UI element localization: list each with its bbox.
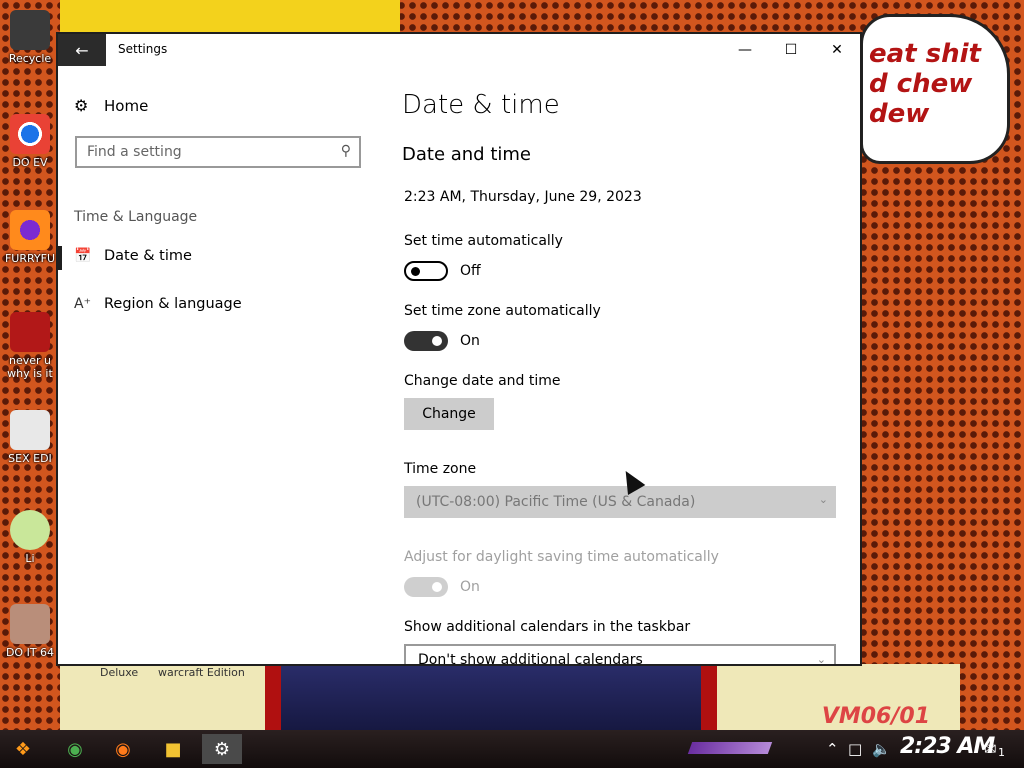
gear-icon: ⚙ <box>74 96 89 115</box>
calendar-clock-icon: 📅 <box>74 248 92 264</box>
calendars-select[interactable]: Don't show additional calendars ⌄ <box>404 644 836 666</box>
search-input[interactable] <box>77 138 327 166</box>
sidebar-item-label: Region & language <box>104 296 242 312</box>
taskbar-decoration <box>687 742 773 754</box>
change-button[interactable]: Change <box>404 398 494 430</box>
speech-line: d chew <box>869 69 973 99</box>
taskbar-clock[interactable]: 2:23 AM <box>900 734 995 759</box>
desktop-icon-recycle-bin[interactable]: Recycle <box>4 10 56 65</box>
language-icon: A⁺ <box>74 296 91 312</box>
change-datetime-label: Change date and time <box>404 373 561 389</box>
sidebar-home-label: Home <box>104 96 149 115</box>
maximize-button[interactable]: ☐ <box>768 34 814 66</box>
chrome-icon <box>10 114 50 154</box>
sidebar-item-label: Date & time <box>104 248 192 264</box>
calendars-value: Don't show additional calendars <box>418 652 643 666</box>
taskbar-file-explorer[interactable]: ■ <box>158 734 188 764</box>
set-time-auto-state: Off <box>460 263 481 279</box>
wallpaper-speech-bubble: eat shit d chew dew <box>860 14 1010 164</box>
character-icon <box>10 510 50 550</box>
desktop-icon-label: FURRYFU <box>4 252 56 265</box>
dst-toggle[interactable] <box>404 577 448 597</box>
devcpp-icon <box>10 312 50 352</box>
desktop-icon-game[interactable]: DO IT 64 <box>4 604 56 659</box>
gear-icon: ⚙ <box>213 738 231 760</box>
sidebar-item-region-language[interactable]: A⁺ Region & language <box>74 296 242 312</box>
toggle-knob <box>411 267 420 276</box>
taskbar-chrome[interactable]: ◉ <box>60 734 90 764</box>
dst-state: On <box>460 579 480 595</box>
folder-icon: ■ <box>164 738 182 760</box>
speech-line: dew <box>869 99 930 129</box>
search-box: ⚲ <box>75 136 361 168</box>
page-title: Date & time <box>402 90 560 120</box>
notification-icon[interactable]: ✉ <box>984 740 997 758</box>
speech-line: eat shit <box>869 39 981 69</box>
minimize-icon: — <box>738 42 752 58</box>
wallpaper-label: warcraft Edition <box>158 666 245 679</box>
settings-window: ← Settings — ☐ ✕ ⚙ Home ⚲ Time & Languag… <box>56 32 862 666</box>
volume-icon[interactable]: 🔈 <box>872 740 891 758</box>
sidebar-home[interactable]: ⚙ Home <box>74 96 148 115</box>
dst-label: Adjust for daylight saving time automati… <box>404 549 719 565</box>
desktop-icon-label: never u why is it <box>7 354 53 380</box>
sidebar-item-date-time[interactable]: 📅 Date & time <box>74 248 192 264</box>
toggle-knob <box>432 582 442 592</box>
set-timezone-auto-state: On <box>460 333 480 349</box>
set-time-auto-label: Set time automatically <box>404 233 563 249</box>
minimize-button[interactable]: — <box>722 34 768 66</box>
taskbar-settings[interactable]: ⚙ <box>202 734 242 764</box>
window-title: Settings <box>118 42 168 56</box>
active-item-indicator <box>58 246 62 270</box>
arrow-left-icon: ← <box>75 40 89 60</box>
start-icon: ❖ <box>14 738 32 760</box>
start-button[interactable]: ❖ <box>8 734 38 764</box>
set-time-auto-toggle[interactable] <box>404 261 448 281</box>
current-datetime: 2:23 AM, Thursday, June 29, 2023 <box>404 189 642 205</box>
recycle-bin-icon <box>10 10 50 50</box>
desktop-icon-chrome[interactable]: DO EV <box>4 114 56 169</box>
desktop-icon-label: Recycle <box>8 52 52 65</box>
network-icon[interactable]: □ <box>848 740 862 758</box>
search-icon[interactable]: ⚲ <box>341 143 351 159</box>
timezone-label: Time zone <box>404 461 477 477</box>
firefox-icon: ◉ <box>115 738 131 760</box>
timezone-value: (UTC-08:00) Pacific Time (US & Canada) <box>416 494 696 510</box>
wallpaper-art-bottom: Deluxe warcraft Edition VM06/01 <box>60 664 960 734</box>
wallpaper-label: Deluxe <box>100 666 139 679</box>
desktop-icon-label: Li <box>25 552 35 565</box>
calendars-label: Show additional calendars in the taskbar <box>404 619 691 635</box>
taskbar: ❖ ◉ ◉ ■ ⚙ ⌃ □ 🔈 2:23 AM ✉ 1 <box>0 730 1024 768</box>
desktop-icon-label: SEX EDI <box>8 452 52 465</box>
title-bar: ← Settings — ☐ ✕ <box>58 34 860 66</box>
maximize-icon: ☐ <box>784 42 798 58</box>
close-button[interactable]: ✕ <box>814 34 860 66</box>
desktop-icon-devcpp[interactable]: never u why is it <box>4 312 56 380</box>
game-icon <box>10 604 50 644</box>
desktop-icon-firefox[interactable]: FURRYFU <box>4 210 56 265</box>
chrome-icon: ◉ <box>67 738 83 760</box>
close-icon: ✕ <box>831 42 843 58</box>
firefox-icon <box>10 210 50 250</box>
taskbar-firefox[interactable]: ◉ <box>108 734 138 764</box>
section-title: Date and time <box>402 144 531 165</box>
sidebar-section-label: Time & Language <box>74 209 198 225</box>
chevron-up-icon[interactable]: ⌃ <box>826 740 839 758</box>
notification-count: 1 <box>998 746 1005 759</box>
hex-editor-icon <box>10 410 50 450</box>
back-button[interactable]: ← <box>58 34 106 66</box>
toggle-knob <box>432 336 442 346</box>
desktop-icon-character[interactable]: Li <box>4 510 56 565</box>
wallpaper-game-art <box>265 664 717 734</box>
chevron-down-icon: ⌄ <box>818 493 828 506</box>
desktop-icon-label: DO EV <box>12 156 48 169</box>
wallpaper-signature: VM06/01 <box>821 704 930 729</box>
desktop-icon-hex-editor[interactable]: SEX EDI <box>4 410 56 465</box>
timezone-select[interactable]: (UTC-08:00) Pacific Time (US & Canada) ⌄ <box>404 486 836 518</box>
chevron-down-icon: ⌄ <box>816 653 826 666</box>
set-timezone-auto-label: Set time zone automatically <box>404 303 601 319</box>
desktop-icon-label: DO IT 64 <box>5 646 55 659</box>
set-timezone-auto-toggle[interactable] <box>404 331 448 351</box>
